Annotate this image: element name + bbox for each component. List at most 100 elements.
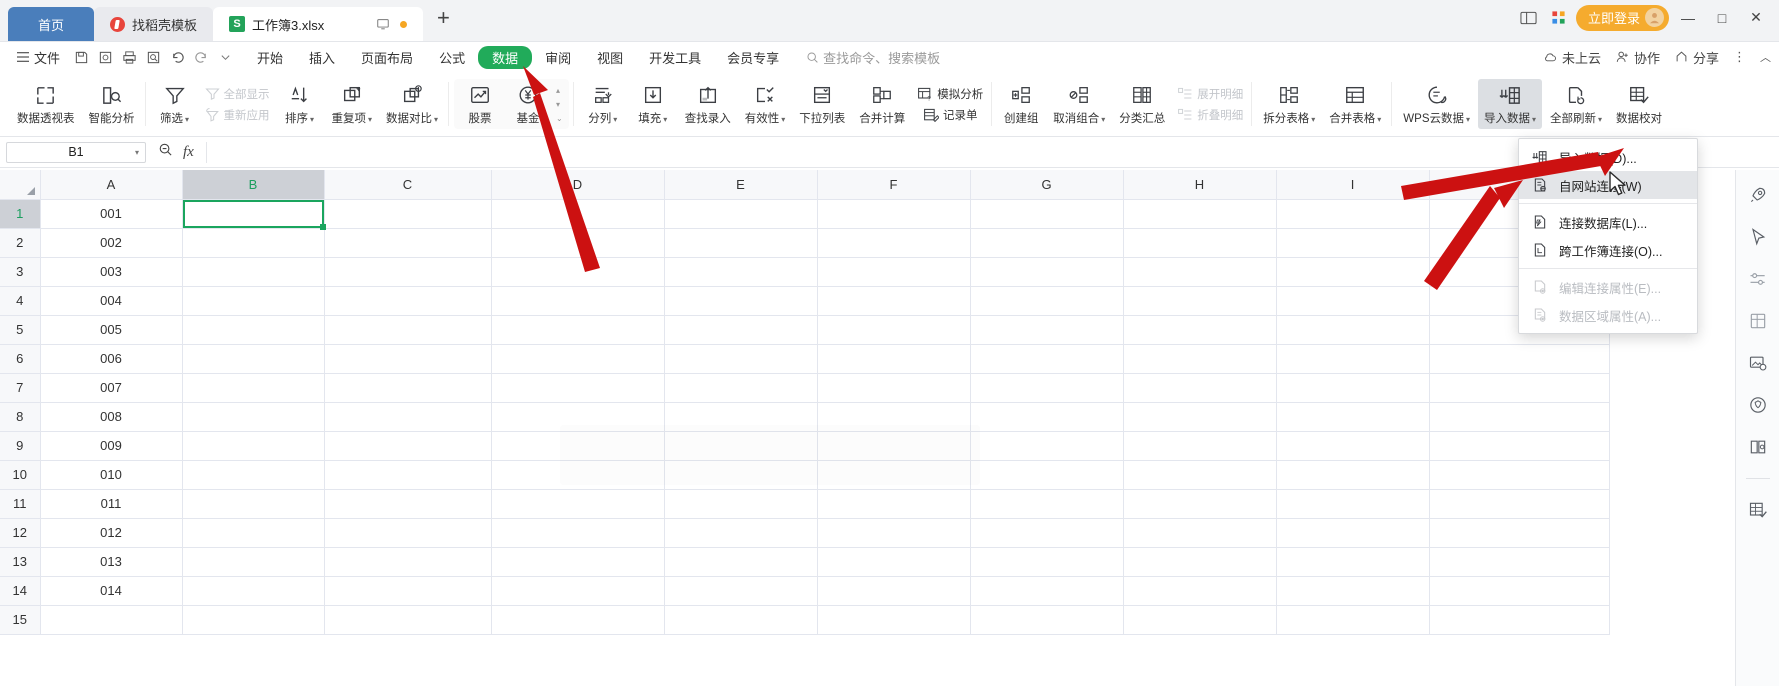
cell-E7[interactable] [664,373,818,403]
cell-C8[interactable] [324,402,492,432]
cell-E8[interactable] [664,402,818,432]
cell-D4[interactable] [491,286,665,316]
cell-H2[interactable] [1123,228,1277,258]
cell-E14[interactable] [664,576,818,606]
cell-I5[interactable] [1276,315,1430,345]
cell-A6[interactable]: 006 [40,344,183,374]
wps-cloud-data-button[interactable]: WPS云数据 ▾ [1397,79,1476,129]
cell-G13[interactable] [970,547,1124,577]
cell-overflow-6[interactable] [1429,344,1610,374]
cell-H12[interactable] [1123,518,1277,548]
cell-B15[interactable] [182,605,325,635]
cell-E2[interactable] [664,228,818,258]
tab-insert[interactable]: 插入 [296,46,348,69]
cell-F8[interactable] [817,402,971,432]
cell-F2[interactable] [817,228,971,258]
table-row[interactable]: 3 003 [0,257,1610,287]
cell-F11[interactable] [817,489,971,519]
column-header-B[interactable]: B [182,170,325,200]
file-menu-button[interactable]: 文件 [8,48,68,67]
name-box[interactable]: B1 ▾ [6,141,146,163]
collaborate-button[interactable]: 协作 [1615,48,1660,67]
cell-D11[interactable] [491,489,665,519]
cell-E13[interactable] [664,547,818,577]
cell-F15[interactable] [817,605,971,635]
settings-sliders-icon[interactable] [1745,266,1771,292]
cell-G11[interactable] [970,489,1124,519]
cell-C12[interactable] [324,518,492,548]
cell-overflow-12[interactable] [1429,518,1610,548]
find-icon[interactable] [142,46,164,68]
tab-workbook3[interactable]: S 工作簿3.xlsx [213,7,424,41]
customize-quick-access-icon[interactable] [214,46,236,68]
rocket-icon[interactable] [1745,182,1771,208]
consolidate-button[interactable]: 合并计算 [853,79,911,129]
cell-G1[interactable] [970,199,1124,229]
cell-H1[interactable] [1123,199,1277,229]
table-row[interactable]: 13 013 [0,547,1610,577]
cell-G6[interactable] [970,344,1124,374]
cell-A10[interactable]: 010 [40,460,183,490]
fx-icon[interactable]: fx [183,144,194,161]
table-row[interactable]: 8 008 [0,402,1610,432]
cell-F1[interactable] [817,199,971,229]
stock-button[interactable]: 股票 [456,79,504,129]
cell-I1[interactable] [1276,199,1430,229]
dropdown-list-button[interactable]: 下拉列表 [793,79,851,129]
cell-D3[interactable] [491,257,665,287]
tab-formula[interactable]: 公式 [426,46,478,69]
row-header-9[interactable]: 9 [0,431,41,461]
cell-D2[interactable] [491,228,665,258]
zoom-out-icon[interactable] [158,142,173,162]
row-header-4[interactable]: 4 [0,286,41,316]
column-header-H[interactable]: H [1123,170,1277,200]
table-row[interactable]: 7 007 [0,373,1610,403]
cell-I6[interactable] [1276,344,1430,374]
cell-G14[interactable] [970,576,1124,606]
cell-A9[interactable]: 009 [40,431,183,461]
cell-A1[interactable]: 001 [40,199,183,229]
menu-item-web-connect[interactable]: 自网站连接(W) [1519,171,1697,199]
scroll-down-icon[interactable]: ▾ [556,100,563,109]
new-tab-button[interactable]: + [423,7,464,33]
cell-B14[interactable] [182,576,325,606]
cell-B4[interactable] [182,286,325,316]
table-row[interactable]: 9 009 [0,431,1610,461]
undo-icon[interactable] [166,46,188,68]
import-data-dropdown-menu[interactable]: 导入数据(D)... 自网站连接(W) 连接数据库(L)... 跨工作簿连接(O… [1518,138,1698,334]
cell-G9[interactable] [970,431,1124,461]
row-header-8[interactable]: 8 [0,402,41,432]
cell-H14[interactable] [1123,576,1277,606]
table-row[interactable]: 15 [0,605,1610,635]
cell-G2[interactable] [970,228,1124,258]
cell-B3[interactable] [182,257,325,287]
more-options-button[interactable]: ⋮ [1733,49,1746,65]
duplicate-items-button[interactable]: 重复项 ▾ [326,79,379,129]
app-grid-icon[interactable] [1546,6,1572,30]
shield-badge-icon[interactable] [1745,392,1771,418]
subtotal-button[interactable]: 分类汇总 [1113,79,1171,129]
tab-page-layout[interactable]: 页面布局 [348,46,426,69]
cell-overflow-7[interactable] [1429,373,1610,403]
cell-B9[interactable] [182,431,325,461]
row-header-10[interactable]: 10 [0,460,41,490]
cell-E5[interactable] [664,315,818,345]
table-row[interactable]: 14 014 [0,576,1610,606]
cell-A7[interactable]: 007 [40,373,183,403]
cell-A14[interactable]: 014 [40,576,183,606]
table-row[interactable]: 12 012 [0,518,1610,548]
finance-scroll-spinner[interactable]: ▴ ▾ ⌄ [552,86,567,123]
image-tools-icon[interactable] [1745,350,1771,376]
cell-I2[interactable] [1276,228,1430,258]
cell-D7[interactable] [491,373,665,403]
maximize-button[interactable]: □ [1707,5,1737,31]
filter-button[interactable]: 筛选 ▾ [151,79,199,129]
column-header-F[interactable]: F [817,170,971,200]
cell-B13[interactable] [182,547,325,577]
save-icon[interactable] [70,46,92,68]
lookup-entry-button[interactable]: 查找录入 [679,79,737,129]
cloud-status-button[interactable]: 未上云 [1543,48,1601,67]
row-header-1[interactable]: 1 [0,199,41,229]
cell-B12[interactable] [182,518,325,548]
cell-E9[interactable] [664,431,818,461]
